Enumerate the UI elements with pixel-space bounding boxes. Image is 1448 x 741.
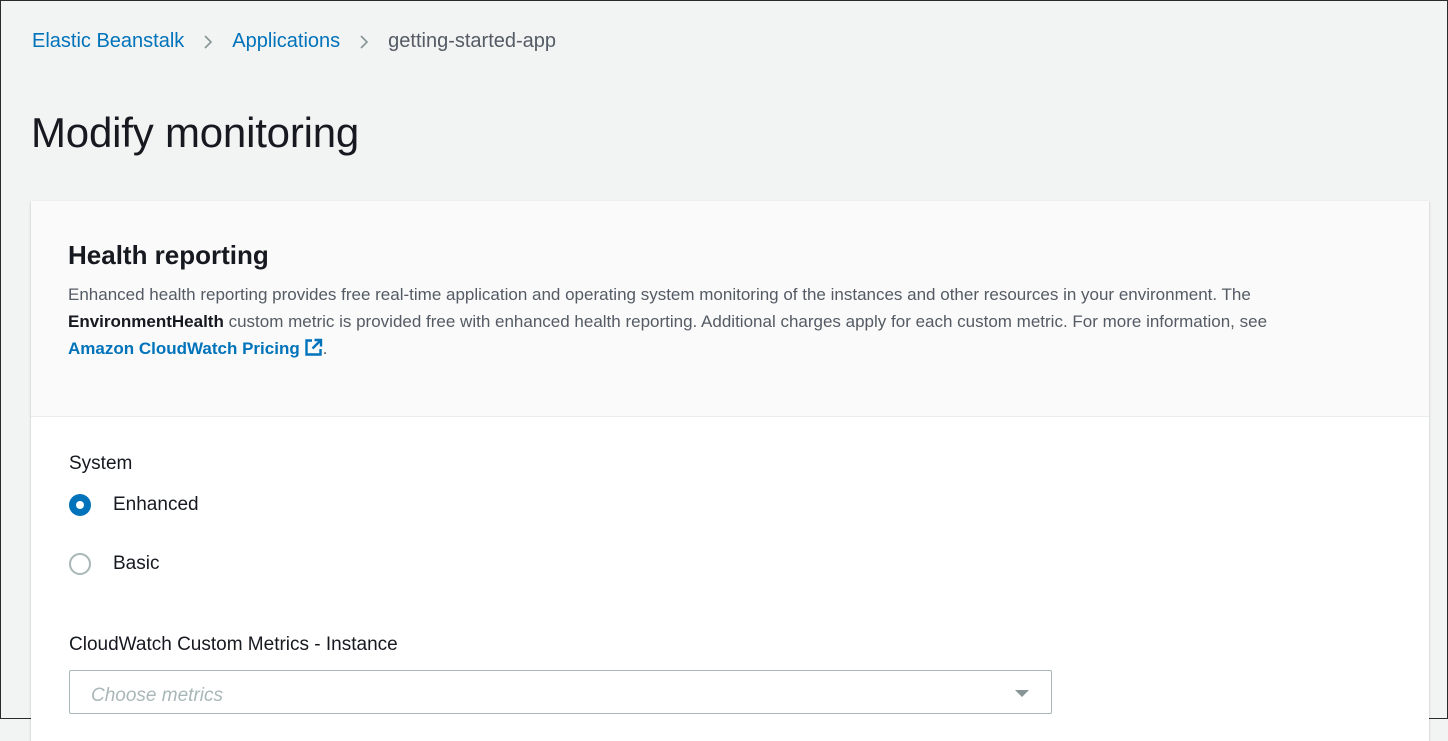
environment-health-metric-name: EnvironmentHealth — [68, 312, 224, 331]
cloudwatch-pricing-link[interactable]: Amazon CloudWatch Pricing — [68, 338, 323, 358]
page-title: Modify monitoring — [31, 109, 360, 156]
panel-title: Health reporting — [68, 240, 269, 270]
breadcrumb: Elastic Beanstalk Applications getting-s… — [32, 30, 556, 53]
description-text: custom metric is provided free with enha… — [223, 312, 1268, 331]
radio-button-selected[interactable] — [69, 494, 91, 516]
panel-description: Enhanced health reporting provides free … — [68, 281, 1328, 365]
system-label: System — [69, 453, 133, 474]
radio-basic[interactable]: Basic — [69, 550, 1391, 578]
radio-basic-label: Basic — [113, 553, 160, 574]
description-text: . — [322, 339, 328, 358]
panel-body: System Enhanced Basic CloudWatch Custom … — [31, 417, 1429, 714]
custom-metrics-label: CloudWatch Custom Metrics - Instance — [69, 634, 398, 655]
panel-header: Health reporting Enhanced health reporti… — [31, 201, 1429, 417]
breadcrumb-elastic-beanstalk[interactable]: Elastic Beanstalk — [32, 30, 184, 53]
chevron-right-icon — [359, 34, 369, 50]
chevron-right-icon — [203, 34, 213, 50]
caret-down-icon — [1015, 690, 1029, 697]
description-text: Enhanced health reporting provides free … — [68, 285, 1251, 304]
radio-enhanced-label: Enhanced — [113, 494, 199, 515]
cloudwatch-pricing-link-label: Amazon CloudWatch Pricing — [68, 339, 300, 358]
radio-button-unselected[interactable] — [69, 553, 91, 575]
breadcrumb-current-app: getting-started-app — [388, 30, 557, 52]
external-link-icon — [304, 338, 323, 365]
breadcrumb-applications[interactable]: Applications — [232, 30, 340, 53]
health-reporting-panel: Health reporting Enhanced health reporti… — [31, 201, 1429, 741]
radio-enhanced[interactable]: Enhanced — [69, 491, 1391, 519]
custom-metrics-placeholder: Choose metrics — [91, 685, 223, 706]
custom-metrics-select[interactable]: Choose metrics — [69, 670, 1052, 714]
